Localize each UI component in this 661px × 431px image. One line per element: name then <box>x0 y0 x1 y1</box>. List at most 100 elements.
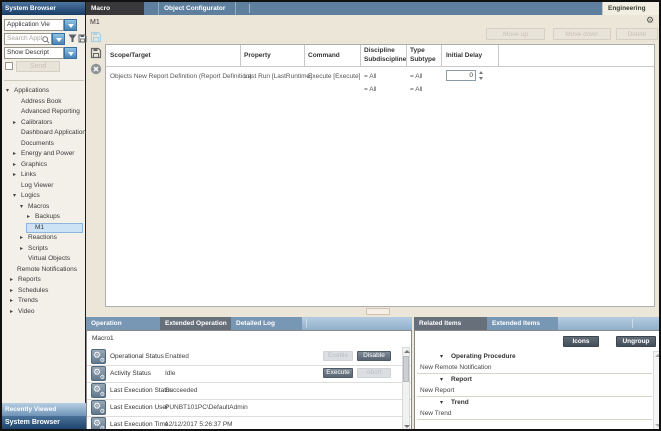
cell-discipline-filter[interactable]: = All <box>364 73 376 80</box>
tab-operation[interactable]: Operation <box>86 317 160 330</box>
column-header-scope-target[interactable]: Scope/Target <box>110 52 151 59</box>
column-header-command[interactable]: Command <box>308 52 340 59</box>
save-light-icon[interactable] <box>90 31 102 43</box>
related-item-new-trend[interactable]: New Trend <box>420 410 451 417</box>
operation-scrollbar[interactable] <box>402 347 410 431</box>
send-button[interactable]: Send <box>16 61 60 72</box>
tree-item-graphics[interactable]: ▸Graphics <box>2 160 86 171</box>
cell-type-filter[interactable]: = All <box>410 73 422 80</box>
save-icon[interactable] <box>90 47 102 59</box>
tab-extended-items[interactable]: Extended Items <box>487 317 558 330</box>
related-group-operating-procedure[interactable]: ▾Operating Procedure <box>451 353 516 360</box>
tree-expand-icon[interactable]: ▸ <box>20 244 23 255</box>
cell-command[interactable]: Execute [Execute] <box>308 73 360 80</box>
filter-icon[interactable] <box>68 34 77 43</box>
tree-expand-icon[interactable]: ▸ <box>13 170 16 181</box>
column-header-discipline[interactable]: Discipline <box>364 47 395 54</box>
tree-collapse-icon[interactable]: ▾ <box>440 353 443 360</box>
cell-subtype-filter[interactable]: = All <box>410 86 422 93</box>
scroll-down-icon[interactable] <box>655 424 661 427</box>
tree-item-virtual-objects[interactable]: Virtual Objects <box>2 254 86 265</box>
cell-scope-target[interactable]: Objects New Report Definition (Report De… <box>110 73 252 80</box>
column-header-property[interactable]: Property <box>244 52 271 59</box>
tree-item-advanced-reporting[interactable]: Advanced Reporting <box>2 107 86 118</box>
tree-expand-icon[interactable]: ▸ <box>10 307 13 318</box>
tree-item-dashboard-application[interactable]: Dashboard Application <box>2 128 86 139</box>
move-down-button[interactable]: Move down <box>553 28 611 40</box>
scroll-down-icon[interactable] <box>404 425 410 428</box>
tree-item-macros[interactable]: ▾Macros <box>2 202 86 213</box>
initial-delay-input[interactable]: 0 <box>446 70 476 81</box>
tree-item-trends[interactable]: ▸Trends <box>2 296 86 307</box>
tree-item-log-viewer[interactable]: Log Viewer <box>2 181 86 192</box>
ungroup-button[interactable]: Ungroup <box>616 336 656 347</box>
tree-item-documents[interactable]: Documents <box>2 139 86 150</box>
tab-object-configurator[interactable]: Object Configurator <box>158 2 236 15</box>
tree-expand-icon[interactable]: ▸ <box>20 233 23 244</box>
search-dropdown-arrow[interactable] <box>52 33 65 45</box>
tab-macro[interactable]: Macro <box>86 2 144 15</box>
tree-collapse-icon[interactable]: ▾ <box>440 376 443 383</box>
column-header-initial-delay[interactable]: Initial Delay <box>446 52 482 59</box>
delete-button[interactable]: Delete <box>616 28 658 40</box>
tree-collapse-icon[interactable]: ▾ <box>6 86 9 97</box>
enable-button[interactable]: Enable <box>323 351 353 361</box>
tree-item-m1[interactable]: M1 <box>2 223 86 234</box>
tree-item-video[interactable]: ▸Video <box>2 307 86 318</box>
stepper-up-icon[interactable] <box>479 71 483 74</box>
show-description-dropdown[interactable]: Show Descript <box>4 47 64 59</box>
tree-item-reports[interactable]: ▸Reports <box>2 275 86 286</box>
tree-expand-icon[interactable]: ▸ <box>10 296 13 307</box>
tree-expand-icon[interactable]: ▸ <box>13 118 16 129</box>
related-group-trend[interactable]: ▾Trend <box>451 399 469 406</box>
stepper-down-icon[interactable] <box>479 77 483 80</box>
application-view-dropdown[interactable]: Application Vie <box>4 19 64 31</box>
tree-item-backups[interactable]: ▸Backups <box>2 212 86 223</box>
save-filter-icon[interactable] <box>78 34 87 43</box>
scroll-up-icon[interactable] <box>404 350 410 353</box>
tree-item-scripts[interactable]: ▸Scripts <box>2 244 86 255</box>
tree-collapse-icon[interactable]: ▾ <box>440 399 443 406</box>
column-header-subdiscipline[interactable]: Subdiscipline <box>364 56 406 63</box>
application-view-dropdown-arrow[interactable] <box>64 19 77 31</box>
tree-expand-icon[interactable]: ▸ <box>10 286 13 297</box>
tree-item-schedules[interactable]: ▸Schedules <box>2 286 86 297</box>
initial-delay-stepper[interactable] <box>477 70 485 81</box>
execute-button[interactable]: Execute <box>323 368 353 378</box>
tree-item-energy-and-power[interactable]: ▸Energy and Power <box>2 149 86 160</box>
delete-circle-icon[interactable] <box>90 63 102 75</box>
tab-detailed-log[interactable]: Detailed Log <box>231 317 302 330</box>
tree-item-calibrators[interactable]: ▸Calibrators <box>2 118 86 129</box>
splitter-collapse-handle[interactable] <box>366 308 390 315</box>
tab-related-items[interactable]: Related Items <box>414 317 487 330</box>
abort-button[interactable]: Abort <box>357 368 391 378</box>
tree-item-reactions[interactable]: ▸Reactions <box>2 233 86 244</box>
related-item-new-remote-notification[interactable]: New Remote Notification <box>420 364 492 371</box>
tree-expand-icon[interactable]: ▸ <box>27 212 30 223</box>
tree-expand-icon[interactable]: ▸ <box>10 275 13 286</box>
cell-subdiscipline-filter[interactable]: = All <box>364 86 376 93</box>
tree-expand-icon[interactable]: ▸ <box>13 160 16 171</box>
disable-button[interactable]: Disable <box>357 351 391 361</box>
tree-item-remote-notifications[interactable]: Remote Notifications <box>2 265 86 276</box>
scrollbar-thumb[interactable] <box>403 356 409 382</box>
tree-item-address-book[interactable]: Address Book <box>2 97 86 108</box>
icons-button[interactable]: Icons <box>563 336 599 347</box>
tree-collapse-icon[interactable]: ▾ <box>20 202 23 213</box>
tab-extended-operation[interactable]: Extended Operation <box>160 317 231 330</box>
scroll-up-icon[interactable] <box>655 354 661 357</box>
column-header-subtype[interactable]: Subtype <box>410 56 436 63</box>
tree-item-applications[interactable]: ▾Applications <box>2 86 86 97</box>
tab-engineering[interactable]: Engineering <box>602 2 659 15</box>
related-items-scrollbar[interactable] <box>653 351 661 430</box>
column-header-type[interactable]: Type <box>410 47 425 54</box>
settings-gear-icon[interactable]: ⚙ <box>646 16 654 25</box>
tree-expand-icon[interactable]: ▸ <box>13 149 16 160</box>
show-description-dropdown-arrow[interactable] <box>64 47 77 59</box>
send-checkbox[interactable] <box>5 62 13 70</box>
tree-item-logics[interactable]: ▾Logics <box>2 191 86 202</box>
related-item-new-report[interactable]: New Report <box>420 387 454 394</box>
tree-collapse-icon[interactable]: ▾ <box>13 191 16 202</box>
system-browser-bottom-bar[interactable]: System Browser <box>2 416 86 430</box>
search-input[interactable]: Search Appl <box>4 33 52 45</box>
